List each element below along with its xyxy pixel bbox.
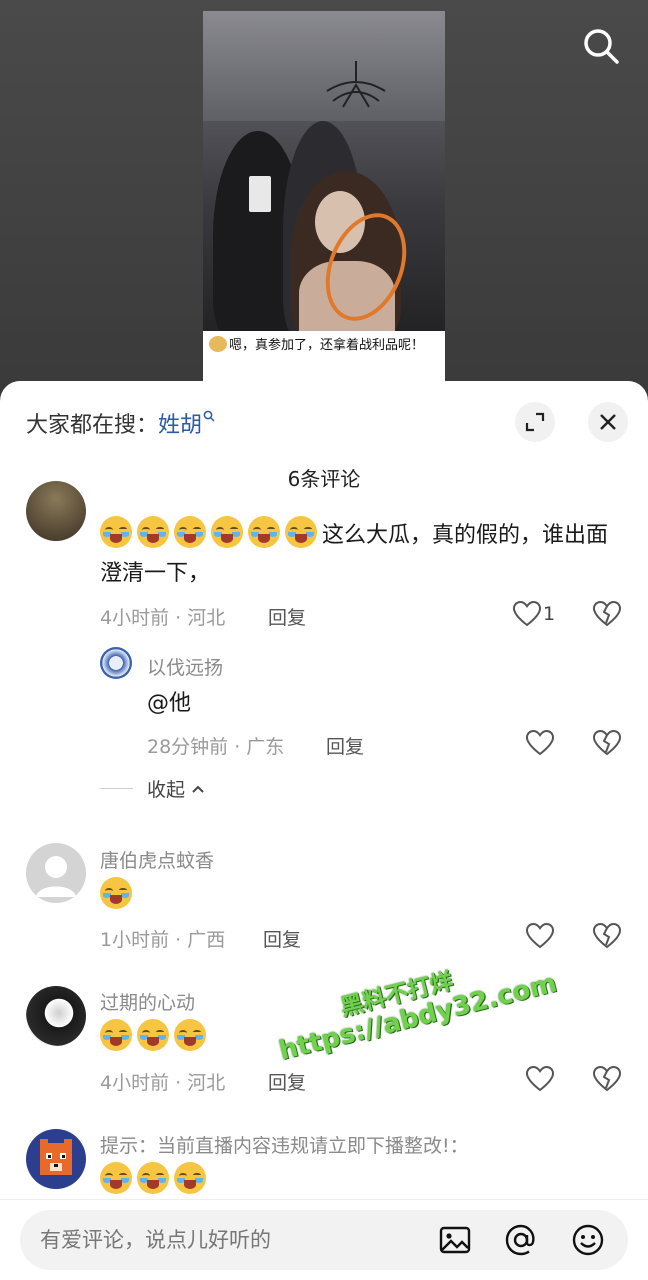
reply-username[interactable]: 以伐远扬 — [147, 653, 223, 680]
crying-emoji-icon — [100, 877, 132, 909]
video-background[interactable]: 嗯，真参加了，还拿着战利品呢！ — [0, 0, 648, 400]
reply-button[interactable]: 回复 — [326, 732, 364, 759]
comment-text — [100, 1019, 211, 1058]
crying-emoji-icon — [248, 516, 280, 548]
tiger-avatar-icon — [40, 1139, 72, 1175]
heart-icon[interactable] — [512, 599, 542, 629]
at-icon[interactable] — [504, 1223, 538, 1257]
reply-button[interactable]: 回复 — [268, 1068, 306, 1095]
video-frame[interactable] — [203, 11, 445, 331]
comment-panel: 大家都在搜：姓胡 6条评论 这么大瓜，真的假的，谁出面澄清一下， 4小时前 · … — [0, 381, 648, 1280]
crying-emoji-icon — [137, 1162, 169, 1194]
reply-time-location: 28分钟前 · 广东 — [147, 736, 285, 758]
trending-search[interactable]: 大家都在搜：姓胡 — [26, 407, 215, 439]
reply-text: @他 — [147, 691, 192, 716]
trending-prefix: 大家都在搜： — [26, 413, 159, 438]
broken-heart-icon[interactable] — [592, 1064, 622, 1094]
trending-keyword[interactable]: 姓胡 — [158, 413, 202, 438]
crying-emoji-icon — [174, 1019, 206, 1051]
crying-emoji-icon — [137, 516, 169, 548]
crying-emoji-icon — [100, 1162, 132, 1194]
reply-avatar[interactable] — [100, 647, 132, 679]
crying-emoji-icon — [211, 516, 243, 548]
comment-text — [100, 1162, 211, 1201]
comment-time-location: 1小时前 · 广西 — [100, 929, 226, 951]
chevron-up-icon — [192, 785, 204, 793]
crying-emoji-icon — [285, 516, 317, 548]
comment-username[interactable]: 提示：当前直播内容违规请立即下播整改!： — [100, 1131, 469, 1158]
cup-image — [249, 176, 271, 212]
comment-input[interactable] — [40, 1210, 420, 1270]
close-button[interactable] — [588, 402, 628, 442]
search-icon[interactable] — [581, 26, 621, 66]
doge-emoji-icon — [209, 336, 227, 352]
video-caption-text: 嗯，真参加了，还拿着战利品呢！ — [229, 338, 425, 353]
default-avatar-icon — [36, 856, 76, 897]
avatar[interactable] — [26, 1129, 86, 1189]
crying-emoji-icon — [100, 1019, 132, 1051]
video-caption: 嗯，真参加了，还拿着战利品呢！ — [203, 331, 445, 383]
comment-username[interactable]: 唐伯虎点蚊香 — [100, 846, 214, 873]
comment-time-location: 4小时前 · 河北 — [100, 607, 226, 629]
avatar[interactable] — [26, 843, 86, 903]
crying-emoji-icon — [137, 1019, 169, 1051]
image-icon[interactable] — [438, 1223, 472, 1257]
crying-emoji-icon — [174, 516, 206, 548]
avatar[interactable] — [26, 986, 86, 1046]
expand-icon — [525, 412, 545, 432]
broken-heart-icon[interactable] — [592, 728, 622, 758]
crying-emoji-icon — [174, 1162, 206, 1194]
collapse-button[interactable]: 收起 — [147, 775, 205, 802]
comment-input-bar — [0, 1199, 648, 1280]
comment-time-location: 4小时前 · 河北 — [100, 1072, 226, 1094]
small-search-icon — [203, 410, 215, 422]
collapse-divider — [100, 788, 133, 789]
expand-button[interactable] — [515, 402, 555, 442]
avatar[interactable] — [26, 481, 86, 541]
crying-emoji-icon — [100, 516, 132, 548]
comment-text — [100, 877, 137, 916]
heart-icon[interactable] — [525, 728, 555, 758]
reply-button[interactable]: 回复 — [263, 925, 301, 952]
comment-username[interactable]: 过期的心动 — [100, 988, 195, 1015]
comment-count: 6条评论 — [287, 467, 361, 491]
comment-input-container[interactable] — [20, 1210, 628, 1270]
broken-heart-icon[interactable] — [592, 599, 622, 629]
heart-icon[interactable] — [525, 921, 555, 951]
chandelier-image — [326, 61, 386, 108]
broken-heart-icon[interactable] — [592, 921, 622, 951]
like-count: 1 — [543, 603, 556, 625]
close-icon — [600, 414, 616, 430]
heart-icon[interactable] — [525, 1064, 555, 1094]
reply-button[interactable]: 回复 — [268, 603, 306, 630]
smile-icon[interactable] — [571, 1223, 605, 1257]
collapse-label: 收起 — [147, 779, 186, 801]
comment-text: 这么大瓜，真的假的，谁出面澄清一下， — [100, 516, 620, 593]
